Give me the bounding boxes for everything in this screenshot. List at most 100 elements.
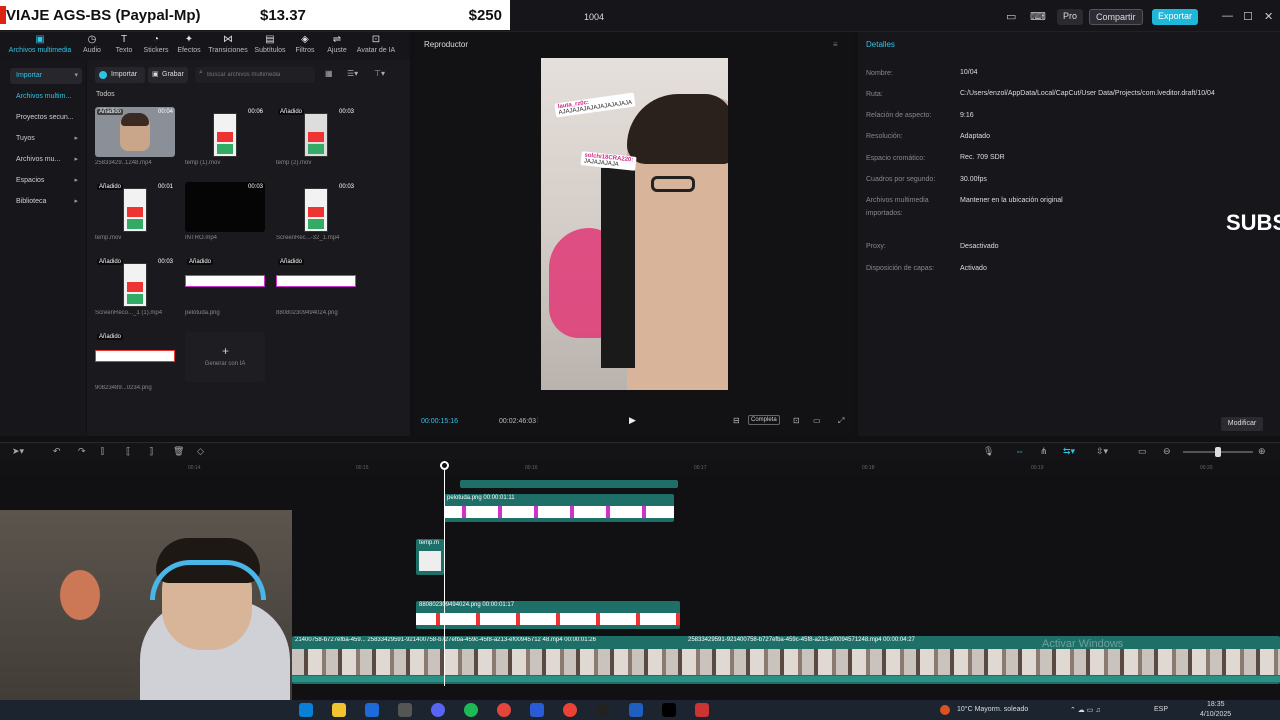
screenshot-icon[interactable]: ⊡	[793, 416, 800, 425]
share-button[interactable]: Compartir	[1089, 9, 1143, 25]
zoom-in-icon[interactable]: ⊕	[1258, 446, 1266, 457]
sidebar-item-media-files[interactable]: Archivos multim...	[10, 89, 82, 105]
full-quality-button[interactable]: Completa	[748, 415, 780, 425]
editor-icon[interactable]	[629, 703, 643, 717]
sidebar-item-spaces[interactable]: Espacios ▸	[10, 173, 82, 189]
keyboard-icon[interactable]: ⌨	[1030, 10, 1046, 23]
timeline-clip[interactable]: pelotuda.png 00:00:01:11	[444, 494, 674, 522]
main-video-clip[interactable]: 21400758-b727efba-459... 25833429591-921…	[292, 636, 1280, 684]
clip-name: temp (2).mov	[276, 160, 312, 166]
maximize-icon[interactable]: ☐	[1243, 10, 1253, 23]
minimize-icon[interactable]: —	[1222, 10, 1233, 22]
caption-icon[interactable]: ▭	[1138, 446, 1147, 457]
generate-ai-button[interactable]: + Generar con IA	[185, 332, 265, 382]
obs-icon[interactable]	[596, 703, 610, 717]
media-clip[interactable]: 00:06 temp (1).mov	[185, 107, 265, 166]
media-clip[interactable]: Añadido 880802309494024.png	[276, 257, 356, 316]
folder-icon[interactable]	[332, 703, 346, 717]
sidebar-item-library[interactable]: Biblioteca ▸	[10, 194, 82, 210]
media-clip[interactable]: 00:03 ScreenRec...-32_1.mp4	[276, 182, 356, 241]
split-icon[interactable]: ⫿	[101, 446, 104, 457]
chrome-icon[interactable]	[497, 703, 511, 717]
tool-effects[interactable]: ✦ Efectos	[167, 32, 211, 60]
phone-thumbnail	[123, 188, 147, 232]
playhead-handle[interactable]	[440, 461, 449, 470]
timeline-clip[interactable]: 880802309494024.png 00:00:01:17	[416, 601, 680, 629]
video-preview[interactable]: lauta_rz0c: AJAJAJAJAJAJAJAJAJAJA solchi1…	[541, 58, 728, 390]
transitions-icon: ⋈	[223, 34, 233, 45]
media-clip[interactable]: Añadido 00:03 ScreenReco..._1 (1).mp4	[95, 257, 175, 316]
view-grid-icon[interactable]: ▦	[325, 69, 333, 78]
sidebar-item-label: Importar	[16, 72, 43, 79]
weather-text[interactable]: 10°C Mayorm. soleado	[957, 706, 1028, 713]
store-icon[interactable]	[365, 703, 379, 717]
sort-icon[interactable]: ☰▾	[347, 69, 358, 78]
pro-button[interactable]: Pro	[1057, 9, 1084, 25]
language-indicator[interactable]: ESP	[1154, 706, 1168, 713]
media-clip[interactable]: Añadido 90823489...0234.png	[95, 332, 175, 391]
recorder-icon[interactable]	[695, 703, 709, 717]
marker-icon[interactable]: ◇	[197, 446, 204, 457]
phone-thumbnail	[123, 263, 147, 307]
tool-media[interactable]: ▣ Archivos multimedia	[0, 32, 80, 60]
clip-thumbnail: Añadido 00:03	[95, 257, 175, 307]
snap-icon[interactable]: ⇆▾	[1063, 446, 1075, 457]
magnet-icon[interactable]: ⋔	[1040, 446, 1048, 457]
media-clip[interactable]: Añadido pelotuda.png	[185, 257, 265, 316]
tray-icons[interactable]: ⌃ ☁ ▭ ♫	[1070, 706, 1101, 714]
taskbar: 10°C Mayorm. soleado ⌃ ☁ ▭ ♫ ESP 18:35 4…	[0, 700, 1280, 720]
media-clip[interactable]: Añadido 00:04 25833429..1248.mp4	[95, 107, 175, 166]
sidebar-item-media-more[interactable]: Archivos mu... ▸	[10, 152, 82, 168]
edge-icon[interactable]	[299, 703, 313, 717]
spotify-icon[interactable]	[464, 703, 478, 717]
timeline-clip[interactable]: temp.m	[416, 539, 444, 575]
playhead[interactable]	[444, 461, 445, 686]
clip-name: pelotuda.png	[185, 310, 220, 316]
zoom-slider[interactable]	[1183, 447, 1253, 457]
delete-icon[interactable]: 🗑	[173, 446, 184, 457]
close-icon[interactable]: ✕	[1264, 10, 1273, 23]
ratio-icon[interactable]: ▭	[813, 416, 821, 425]
select-tool-icon[interactable]: ➤▾	[12, 446, 24, 457]
discord-icon[interactable]	[431, 703, 445, 717]
microphone-icon[interactable]: 🎙	[983, 446, 994, 457]
settings-icon[interactable]	[398, 703, 412, 717]
sidebar-item-subprojects[interactable]: Proyectos secun...	[10, 110, 82, 126]
redo-icon[interactable]: ↷	[78, 446, 86, 457]
layout-icon[interactable]: ▭	[1006, 10, 1016, 23]
app-icon[interactable]	[530, 703, 544, 717]
play-button[interactable]: ▶	[629, 415, 636, 426]
fit-icon[interactable]: ⊟	[733, 416, 740, 425]
trim-left-icon[interactable]: ⟦	[126, 446, 130, 457]
export-button[interactable]: Exportar	[1152, 9, 1199, 25]
clock-date[interactable]: 4/10/2025	[1200, 711, 1231, 718]
media-clip[interactable]: Añadido 00:01 temp.mov	[95, 182, 175, 241]
menu-icon[interactable]: ≡	[833, 40, 838, 49]
timecode-grid-icon[interactable]: ⋮⋮	[527, 416, 541, 424]
media-clip[interactable]: Añadido 00:03 temp (2).mov	[276, 107, 356, 166]
modify-button[interactable]: Modificar	[1221, 417, 1263, 431]
import-button[interactable]: Importar	[95, 67, 145, 83]
sidebar-item-yours[interactable]: Tuyos ▸	[10, 131, 82, 147]
timeline-ruler[interactable]: 00:14 00:15 00:16 00:17 00:18 00:19 00:2…	[0, 461, 1280, 475]
media-clip[interactable]: 00:03 INTRO.mp4	[185, 182, 265, 241]
link-icon[interactable]: ⇔	[1015, 446, 1024, 456]
capcut-icon[interactable]	[662, 703, 676, 717]
filter-icon[interactable]: ⊤▾	[374, 69, 385, 78]
clock-time[interactable]: 18:35	[1207, 701, 1225, 708]
sidebar-item-import[interactable]: Importar ▾	[10, 68, 82, 84]
media-search-input[interactable]	[195, 67, 315, 83]
tool-ai-avatar[interactable]: ⊡ Avatar de IA	[353, 32, 399, 60]
record-button[interactable]: ▣ Grabar	[148, 67, 188, 83]
zoom-out-icon[interactable]: ⊖	[1163, 446, 1171, 457]
undo-icon[interactable]: ↶	[53, 446, 61, 457]
ruler-tick: 00:14	[188, 465, 201, 471]
zoom-slider-handle[interactable]	[1215, 447, 1221, 457]
tool-transitions[interactable]: ⋈ Transiciones	[206, 32, 250, 60]
trim-right-icon[interactable]: ⟧	[149, 446, 153, 457]
effect-clip[interactable]	[460, 480, 678, 488]
fullscreen-icon[interactable]: ⤢	[838, 416, 844, 426]
browser-icon[interactable]	[563, 703, 577, 717]
preview-axis-icon[interactable]: ⇳▾	[1096, 446, 1108, 457]
chat-banner-thumbnail	[276, 275, 356, 287]
